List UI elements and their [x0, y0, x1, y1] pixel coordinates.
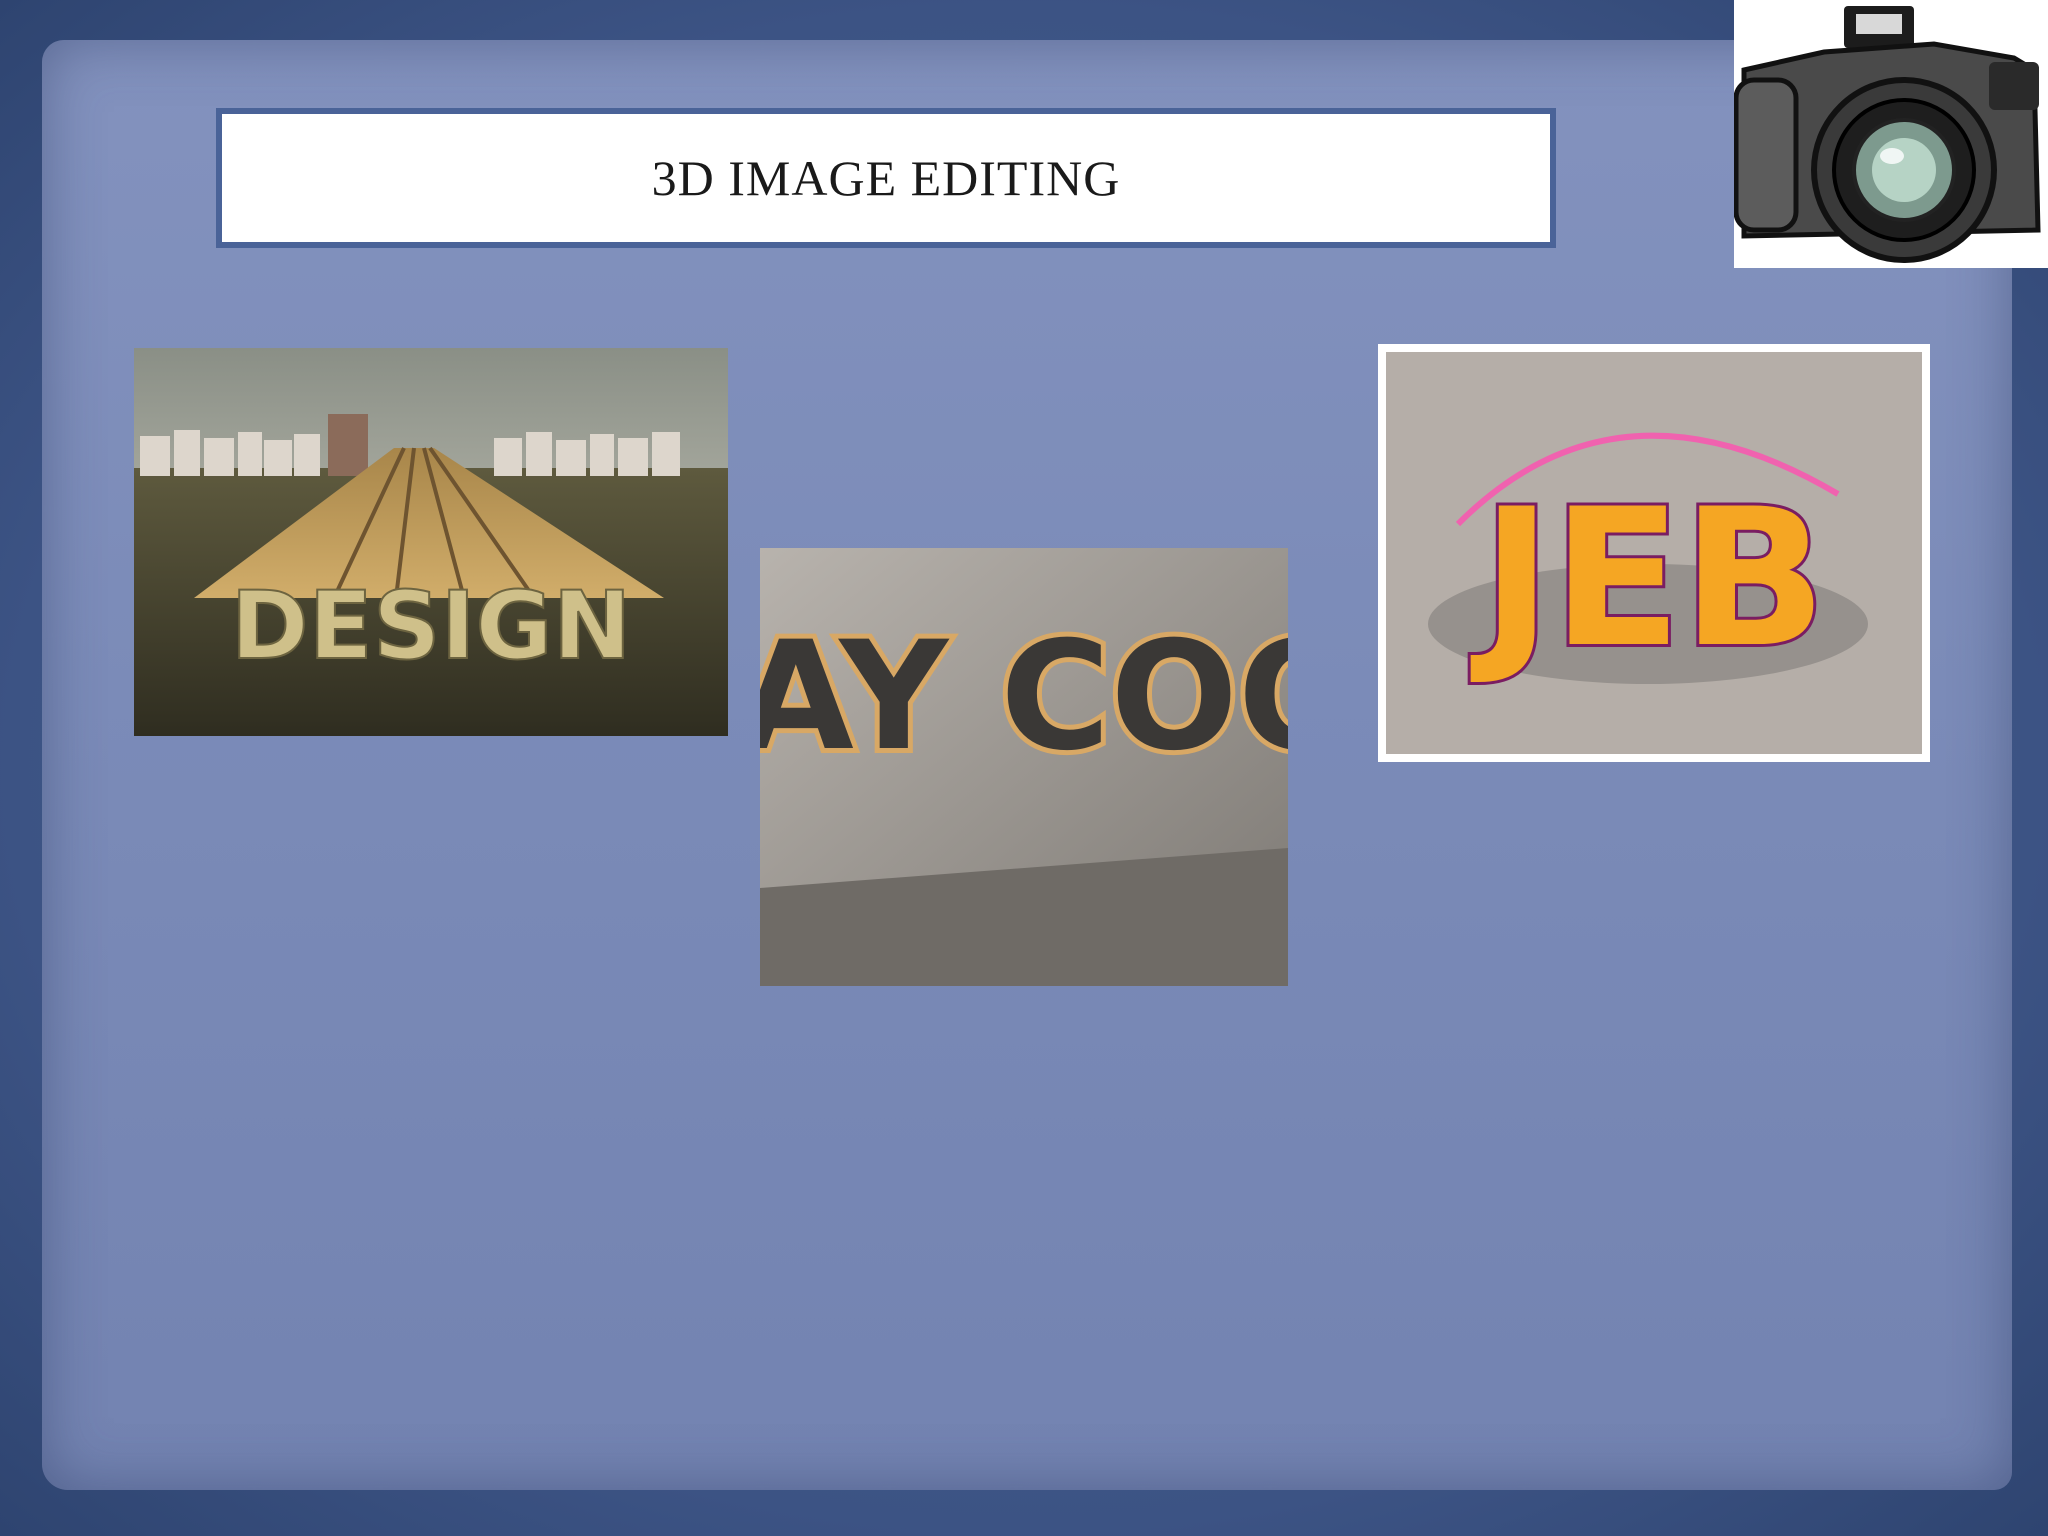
- stay-cool-lettering: STAY COOL: [760, 605, 1288, 789]
- title-box: 3D IMAGE EDITING: [216, 108, 1556, 248]
- stay-text: STAY COOL: [760, 610, 1288, 784]
- jeb-lettering: JEB: [1470, 468, 1826, 689]
- jeb-3d-image: JEB: [1378, 344, 1930, 762]
- design-3d-image: DESIGN: [134, 348, 728, 736]
- slide-title: 3D IMAGE EDITING: [651, 150, 1121, 206]
- camera-icon: [1733, 0, 2048, 268]
- stay-cool-3d-image: STAY COOL: [760, 548, 1288, 986]
- design-lettering: DESIGN: [231, 572, 632, 681]
